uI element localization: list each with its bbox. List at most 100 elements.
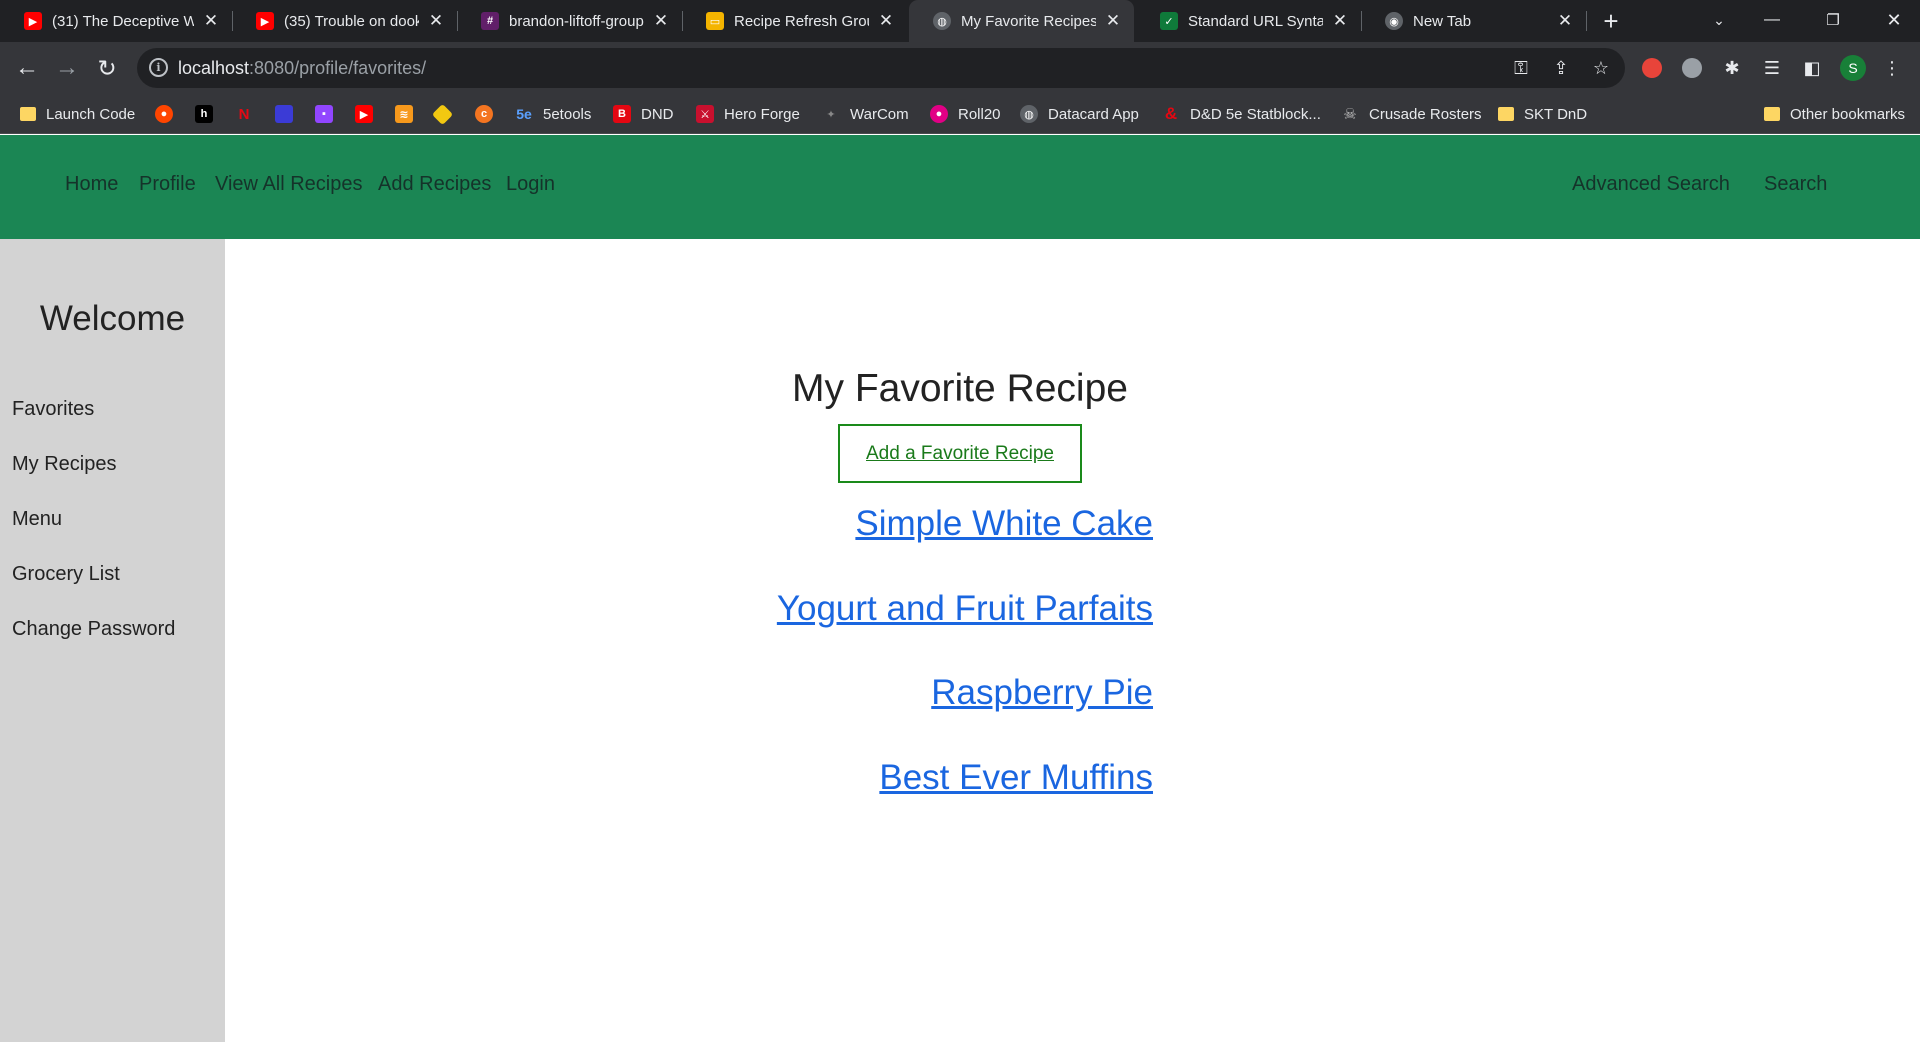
address-bar[interactable]: i localhost:8080/profile/favorites/ ⚿ ⇪ … [137, 48, 1625, 88]
tab-title: Standard URL Syntax [1188, 12, 1323, 30]
youtube-icon: ▶ [256, 12, 274, 30]
bookmark-diamond[interactable] [431, 94, 454, 134]
roll20-icon: ● [930, 105, 948, 123]
share-icon[interactable]: ⇪ [1549, 56, 1573, 80]
tab-title: brandon-liftoff-group [509, 12, 644, 30]
bookmark-hero-forge[interactable]: ⚔ Hero Forge [696, 94, 800, 134]
nav-login[interactable]: Login [506, 173, 555, 196]
hero-forge-icon: ⚔ [696, 105, 714, 123]
tab-standard-url-syntax[interactable]: ✓ Standard URL Syntax ✕ [1136, 0, 1361, 42]
add-favorite-recipe-button[interactable]: Add a Favorite Recipe [838, 424, 1082, 483]
close-icon[interactable]: ✕ [200, 10, 222, 32]
bookmark-label: Other bookmarks [1790, 105, 1906, 123]
bookmark-warcom[interactable]: ✦ WarCom [822, 94, 908, 134]
5e-icon: 5e [516, 106, 532, 122]
tab-strip: ▶ (31) The Deceptive W ✕ ▶ (35) Trouble … [0, 0, 1920, 42]
recipe-link-best-ever-muffins[interactable]: Best Ever Muffins [879, 758, 1153, 798]
bookmark-launch-code[interactable]: Launch Code [20, 94, 135, 134]
site-info-icon[interactable]: i [149, 58, 168, 77]
bookmark-label: SKT DnD [1524, 105, 1588, 123]
slides-icon: ▭ [706, 12, 724, 30]
tab-new-tab[interactable]: ◉ New Tab ✕ [1361, 0, 1586, 42]
tab-title: My Favorite Recipes [961, 12, 1096, 30]
bookmark-label: 5etools [543, 105, 592, 123]
back-arrow-icon[interactable]: ← [9, 50, 45, 86]
close-icon[interactable]: ✕ [1329, 10, 1351, 32]
reddit-icon: ● [155, 105, 173, 123]
adblock-icon[interactable] [1640, 56, 1664, 80]
bookmark-roll20[interactable]: ● Roll20 [930, 94, 1001, 134]
nav-profile[interactable]: Profile [139, 173, 196, 196]
nav-view-all-recipes[interactable]: View All Recipes [215, 173, 362, 196]
bookmark-h[interactable]: h [195, 94, 213, 134]
folder-icon [1498, 107, 1514, 121]
bookmark-5etools[interactable]: 5e 5etools [515, 94, 591, 134]
nav-advanced-search[interactable]: Advanced Search [1572, 173, 1730, 196]
reload-icon[interactable]: ↻ [89, 50, 125, 86]
h-icon: h [195, 105, 213, 123]
sidebar-item-grocery-list[interactable]: Grocery List [12, 563, 120, 586]
window-close-icon[interactable]: ✕ [1871, 0, 1917, 40]
close-icon[interactable]: ✕ [1102, 10, 1124, 32]
url-path: :8080/profile/favorites/ [249, 58, 427, 78]
sidebar-item-change-password[interactable]: Change Password [12, 618, 175, 641]
bookmark-label: Datacard App [1048, 105, 1139, 123]
bookmark-label: Hero Forge [724, 105, 800, 123]
tab-slack[interactable]: # brandon-liftoff-group ✕ [457, 0, 682, 42]
key-icon[interactable]: ⚿ [1509, 56, 1533, 80]
bookmark-datacard-app[interactable]: ◍ Datacard App [1020, 94, 1139, 134]
tab-recipe-refresh[interactable]: ▭ Recipe Refresh Group ✕ [682, 0, 907, 42]
bookmark-crusade-rosters[interactable]: ☠ Crusade Rosters [1341, 94, 1481, 134]
bookmark-label: Launch Code [46, 105, 136, 123]
sidebar-item-menu[interactable]: Menu [12, 508, 62, 531]
extensions-puzzle-icon[interactable]: ✱ [1720, 56, 1744, 80]
kebab-menu-icon[interactable]: ⋮ [1880, 56, 1904, 80]
forward-arrow-icon[interactable]: → [49, 50, 85, 86]
browser-toolbar: ← → ↻ i localhost:8080/profile/favorites… [0, 42, 1920, 94]
bookmark-youtube[interactable]: ▶ [355, 94, 373, 134]
tab-title: Recipe Refresh Group [734, 12, 869, 30]
close-icon[interactable]: ✕ [875, 10, 897, 32]
bookmark-dnd[interactable]: B DND [613, 94, 674, 134]
nav-home[interactable]: Home [65, 173, 118, 196]
bookmark-star-icon[interactable]: ☆ [1589, 56, 1613, 80]
folder-icon [20, 107, 36, 121]
sidebar-title: Welcome [39, 299, 186, 338]
bookmark-other-bookmarks[interactable]: Other bookmarks [1764, 94, 1905, 134]
new-tab-plus-icon[interactable]: + [1596, 6, 1626, 36]
recipe-link-simple-white-cake[interactable]: Simple White Cake [855, 504, 1153, 544]
side-panel-icon[interactable]: ◧ [1800, 56, 1824, 80]
twitch-icon: ▪ [315, 105, 333, 123]
extension-circle-icon[interactable] [1680, 56, 1704, 80]
nav-search[interactable]: Search [1764, 173, 1827, 196]
bookmark-purple[interactable] [275, 94, 293, 134]
tab-my-favorite-recipes[interactable]: ◍ My Favorite Recipes ✕ [909, 0, 1134, 42]
close-icon[interactable]: ✕ [425, 10, 447, 32]
tab-youtube-trouble[interactable]: ▶ (35) Trouble on dooki ✕ [232, 0, 457, 42]
media-queue-icon[interactable]: ☰ [1760, 56, 1784, 80]
restore-icon[interactable]: ❐ [1810, 0, 1856, 40]
bookmark-label: D&D 5e Statblock... [1190, 105, 1321, 123]
globe-icon: ◍ [1020, 105, 1038, 123]
bookmark-dnd-statblock[interactable]: & D&D 5e Statblock... [1162, 94, 1321, 134]
tab-search-chevron-icon[interactable]: ⌄ [1696, 0, 1742, 40]
bookmark-reddit[interactable]: ● [155, 94, 173, 134]
sidebar-item-favorites[interactable]: Favorites [12, 398, 94, 421]
nav-add-recipes[interactable]: Add Recipes [378, 173, 491, 196]
tab-youtube-deceptive[interactable]: ▶ (31) The Deceptive W ✕ [0, 0, 232, 42]
bookmark-twitch[interactable]: ▪ [315, 94, 333, 134]
bookmark-netflix[interactable]: N [235, 94, 253, 134]
bookmark-audible[interactable]: ≋ [395, 94, 413, 134]
url-host: localhost [178, 58, 250, 78]
bookmark-skt-dnd[interactable]: SKT DnD [1498, 94, 1587, 134]
sidebar-item-my-recipes[interactable]: My Recipes [12, 453, 116, 476]
profile-avatar[interactable]: S [1840, 55, 1866, 81]
bookmark-crunchyroll[interactable]: c [475, 94, 493, 134]
recipe-link-raspberry-pie[interactable]: Raspberry Pie [931, 673, 1153, 713]
recipe-link-yogurt-fruit-parfaits[interactable]: Yogurt and Fruit Parfaits [777, 589, 1153, 629]
close-icon[interactable]: ✕ [650, 10, 672, 32]
minimize-icon[interactable]: — [1749, 0, 1795, 40]
site-navbar: Home Profile View All Recipes Add Recipe… [0, 135, 1920, 239]
close-icon[interactable]: ✕ [1554, 10, 1576, 32]
diamond-icon [431, 103, 454, 125]
